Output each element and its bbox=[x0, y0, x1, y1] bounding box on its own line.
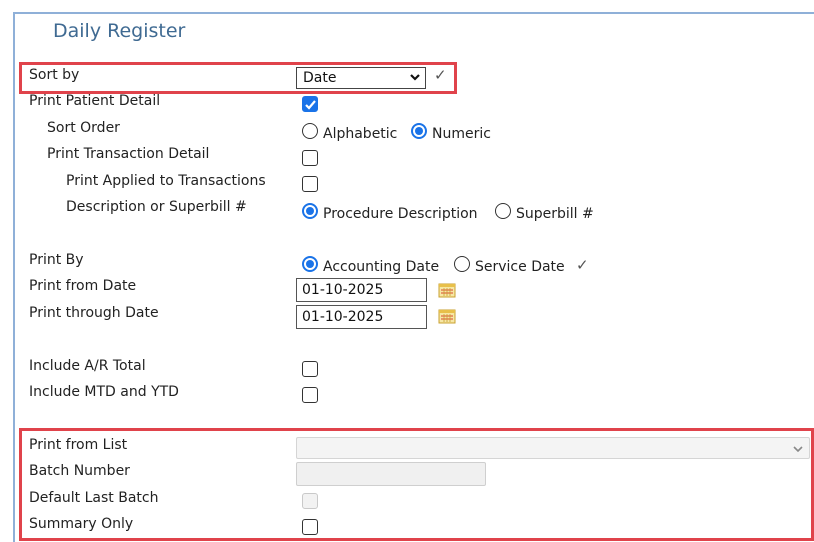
accounting-date-radio[interactable] bbox=[302, 256, 318, 272]
include-ar-total-label: Include A/R Total bbox=[29, 358, 146, 374]
calendar-icon[interactable] bbox=[438, 308, 456, 324]
default-last-batch-label: Default Last Batch bbox=[29, 490, 159, 506]
sort-order-alphabetic-label[interactable]: Alphabetic bbox=[323, 126, 397, 142]
print-transaction-detail-checkbox[interactable] bbox=[302, 150, 318, 166]
include-mtd-ytd-checkbox[interactable] bbox=[302, 387, 318, 403]
default-last-batch-checkbox[interactable] bbox=[302, 493, 318, 509]
print-transaction-detail-label: Print Transaction Detail bbox=[47, 146, 210, 162]
chevron-down-icon bbox=[410, 74, 420, 81]
print-through-date-label: Print through Date bbox=[29, 305, 159, 321]
print-from-list-label: Print from List bbox=[29, 437, 128, 453]
print-applied-label: Print Applied to Transactions bbox=[66, 173, 266, 189]
print-from-date-input[interactable]: 01-10-2025 bbox=[296, 278, 427, 302]
summary-only-label: Summary Only bbox=[29, 516, 134, 532]
print-through-date-input[interactable]: 01-10-2025 bbox=[296, 305, 427, 329]
superbill-label[interactable]: Superbill # bbox=[516, 206, 594, 222]
chevron-down-icon bbox=[793, 446, 803, 453]
print-from-date-label: Print from Date bbox=[29, 278, 137, 294]
frame-top-border bbox=[13, 12, 814, 14]
service-date-label[interactable]: Service Date bbox=[475, 259, 565, 275]
print-applied-checkbox[interactable] bbox=[302, 176, 318, 192]
sort-order-numeric-radio[interactable] bbox=[411, 123, 427, 139]
checkmark-icon bbox=[305, 100, 316, 110]
summary-only-checkbox[interactable] bbox=[302, 519, 318, 535]
sort-by-select[interactable]: Date bbox=[296, 67, 426, 89]
service-date-radio[interactable] bbox=[454, 256, 470, 272]
sort-by-value: Date bbox=[303, 70, 337, 86]
print-by-label: Print By bbox=[29, 252, 84, 268]
accounting-date-label[interactable]: Accounting Date bbox=[323, 259, 439, 275]
include-ar-total-checkbox[interactable] bbox=[302, 361, 318, 377]
print-from-list-select[interactable] bbox=[296, 437, 810, 459]
include-mtd-ytd-label: Include MTD and YTD bbox=[29, 384, 179, 400]
calendar-icon[interactable] bbox=[438, 282, 456, 298]
procedure-description-radio[interactable] bbox=[302, 203, 318, 219]
sort-order-numeric-label[interactable]: Numeric bbox=[432, 126, 491, 142]
superbill-radio[interactable] bbox=[495, 203, 511, 219]
check-icon: ✓ bbox=[434, 66, 447, 84]
page-title: Daily Register bbox=[53, 20, 186, 42]
sort-by-label: Sort by bbox=[29, 67, 80, 83]
batch-number-input[interactable] bbox=[296, 462, 486, 486]
procedure-description-label[interactable]: Procedure Description bbox=[323, 206, 478, 222]
check-icon: ✓ bbox=[576, 256, 589, 274]
print-patient-detail-label: Print Patient Detail bbox=[29, 93, 161, 109]
frame-left-border bbox=[13, 12, 15, 542]
batch-number-label: Batch Number bbox=[29, 463, 130, 479]
sort-order-alphabetic-radio[interactable] bbox=[302, 123, 318, 139]
description-label: Description or Superbill # bbox=[66, 199, 247, 215]
print-patient-detail-checkbox[interactable] bbox=[302, 96, 318, 112]
sort-order-label: Sort Order bbox=[47, 120, 120, 136]
